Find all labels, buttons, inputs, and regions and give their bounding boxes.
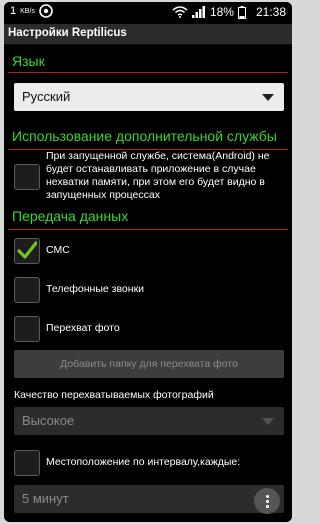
location-label: Местоположение по интервалу,каждые: [46,456,241,468]
photo-label: Перехват фото [46,322,120,334]
section-divider [8,229,288,230]
service-checkbox-description: При запущенной службе, система(Android) … [46,150,270,201]
sms-label: СМС [46,244,70,256]
notification-count: 1 [10,5,17,17]
interval-select[interactable]: 5 минут [14,485,284,513]
dropdown-arrow-icon [262,94,274,101]
section-transfer-title: Передача данных [12,208,129,224]
wifi-icon [172,6,188,18]
language-select[interactable]: Русский [14,83,284,111]
photo-quality-label: Качество перехватываемых фотографий [14,389,214,401]
section-divider [8,72,288,73]
interval-value: 5 минут [22,491,69,506]
clock: 21:38 [255,5,286,19]
calls-checkbox[interactable] [14,277,40,303]
dot [266,495,269,498]
checkmark-icon [17,241,37,259]
status-bar: 1 KB/s 18% 21:38 [4,2,292,24]
language-select-value: Русский [22,89,71,104]
location-checkbox[interactable] [14,450,40,476]
section-service-title: Использование дополнительной службы [12,128,277,144]
title-bar: Настройки Reptilicus [4,24,292,45]
service-checkbox[interactable] [14,164,40,190]
settings-content[interactable]: Язык Русский Использование дополнительно… [4,45,292,522]
photo-quality-select[interactable]: Высокое [14,407,284,435]
app-icon [39,4,53,18]
phone-screen: 1 KB/s 18% 21:38 Настройки Reptilicus Яз… [4,2,292,522]
dot [266,500,269,503]
section-language-title: Язык [12,53,45,69]
network-speed-unit: KB/s [20,7,35,15]
network-speed: KB/s [20,8,35,15]
dropdown-arrow-icon [262,418,274,425]
add-photo-folder-button[interactable]: Добавить папку для перехвата фото [14,350,284,378]
signal-icon [191,6,205,18]
battery-percent: 18% [209,5,234,19]
section-service: Использование дополнительной службы [4,128,292,150]
section-transfer: Передача данных [4,208,292,230]
dot [266,505,269,508]
battery-icon [237,5,246,19]
photo-checkbox[interactable] [14,316,40,342]
page-title: Настройки Reptilicus [8,27,127,39]
overflow-menu-button[interactable] [254,488,280,514]
calls-label: Телефонные звонки [46,283,145,295]
section-language: Язык [4,53,292,73]
photo-quality-value: Высокое [22,413,75,428]
sms-checkbox[interactable] [14,238,40,264]
